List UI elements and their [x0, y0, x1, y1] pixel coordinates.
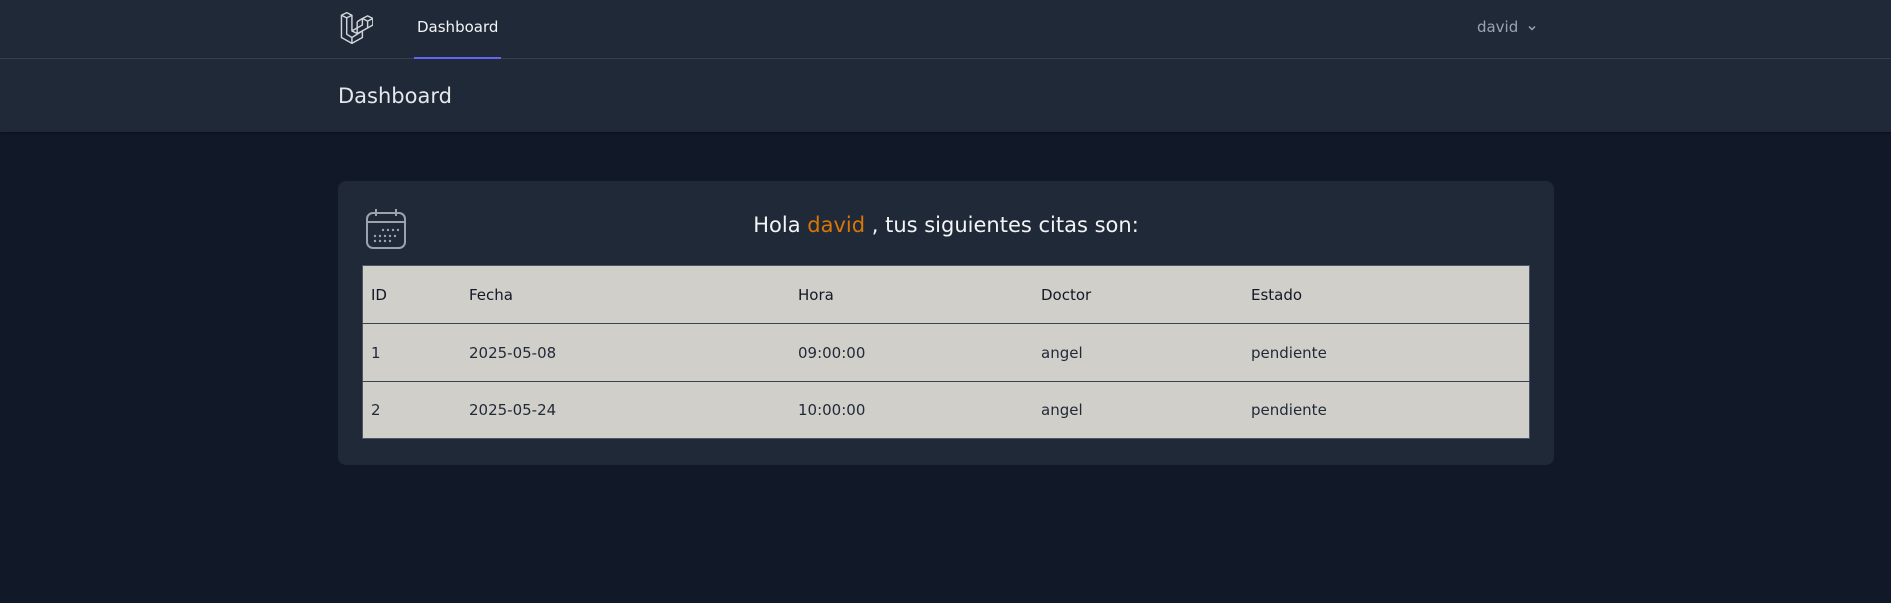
- cell-doctor: angel: [1033, 323, 1243, 382]
- cell-fecha: 2025-05-24: [469, 401, 557, 419]
- page-header: Dashboard: [0, 59, 1891, 132]
- cell-hora: 09:00:00: [790, 323, 1033, 382]
- column-header-id: ID: [362, 265, 461, 324]
- greeting-heading: Hola david , tus siguientes citas son:: [338, 213, 1554, 237]
- column-header-doctor: Doctor: [1033, 265, 1243, 324]
- user-dropdown[interactable]: david: [1477, 0, 1537, 54]
- cell-id: 2: [371, 401, 381, 419]
- cell-doctor: angel: [1041, 401, 1083, 419]
- cell-estado: pendiente: [1251, 401, 1327, 419]
- greeting-prefix: Hola: [753, 213, 801, 237]
- laravel-logo-icon[interactable]: [340, 10, 373, 44]
- cell-hora: 10:00:00: [798, 401, 866, 419]
- nav-container: Dashboard david: [338, 0, 1553, 59]
- nav-dashboard-link[interactable]: Dashboard: [414, 0, 502, 59]
- user-name: david: [1476, 18, 1519, 36]
- appointments-card: Hola david , tus siguientes citas son: I…: [338, 181, 1554, 465]
- column-header-hora: Hora: [790, 265, 1033, 324]
- greeting-user-name: david: [807, 213, 866, 237]
- column-header-estado: Estado: [1243, 265, 1530, 324]
- cell-id: 1: [362, 323, 461, 382]
- top-navigation: Dashboard david: [0, 0, 1891, 59]
- cell-estado: pendiente: [1243, 323, 1530, 382]
- table-row: 1 2025-05-08 09:00:00 angel pendiente: [362, 323, 1530, 382]
- chevron-down-icon: [1528, 25, 1536, 31]
- appointments-table: ID Fecha Hora Doctor Estado 1 2025-05-08…: [362, 265, 1530, 439]
- page-title: Dashboard: [338, 84, 452, 108]
- table-row: 2 2025-05-24 10:00:00 angel pendiente: [363, 382, 1530, 439]
- table-header-row: ID Fecha Hora Doctor Estado: [362, 265, 1530, 324]
- cell-fecha: 2025-05-08: [461, 323, 790, 382]
- greeting-suffix: , tus siguientes citas son:: [871, 213, 1139, 237]
- column-header-fecha: Fecha: [461, 265, 790, 324]
